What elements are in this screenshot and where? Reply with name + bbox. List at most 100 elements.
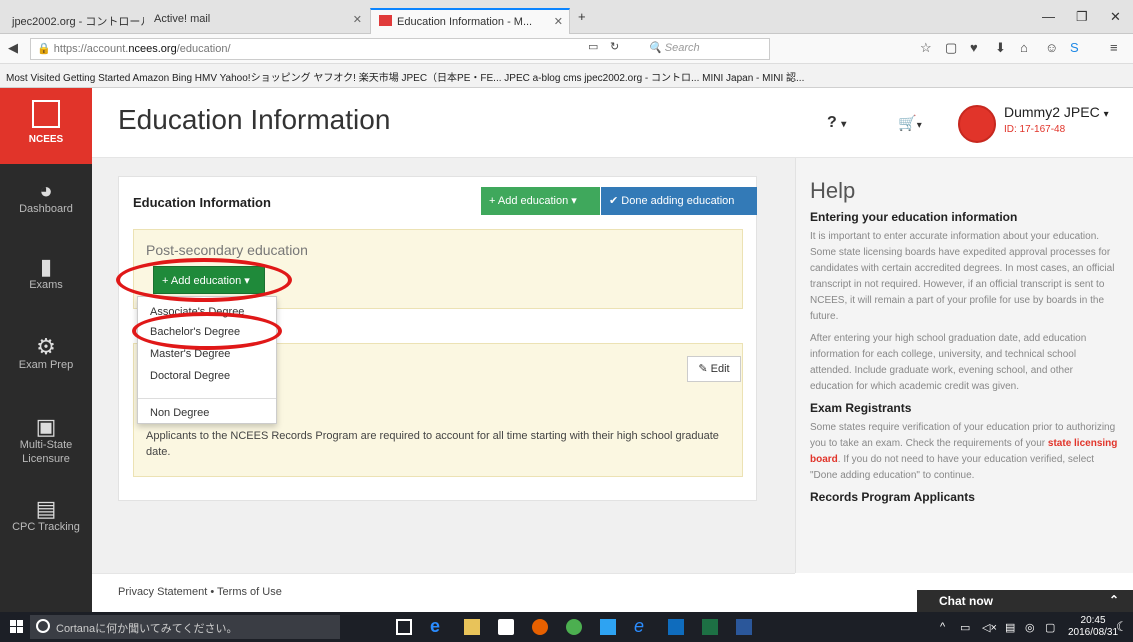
action-center-icon[interactable]: ☾ [1116,619,1128,635]
tab-active-mail[interactable]: Active! mail ✕ [146,8,368,34]
close-icon[interactable]: ✕ [554,15,563,28]
help-heading-entering: Entering your education information [810,210,1018,224]
sidebar-item-multi-state-licensure[interactable]: ▣ Multi-State Licensure [0,416,92,466]
home-icon[interactable]: ⌂ [1020,40,1028,55]
sidebar-item-cpc-tracking[interactable]: ▤ CPC Tracking [0,496,92,534]
gears-icon: ⚙ [36,334,56,359]
word-icon[interactable] [736,619,752,635]
download-icon[interactable]: ⬇ [995,40,1006,56]
file-explorer-icon[interactable] [464,619,480,635]
browser-tab-strip: jpec2002.org - コントロールパネル Active! mail ✕ … [0,0,1133,34]
dropdown-item-masters-degree[interactable]: Master's Degree [150,348,230,360]
sidebar-item-label: Multi-State Licensure [19,439,73,465]
cortana-icon [36,619,50,633]
chevron-down-icon: ▾ [1103,109,1109,120]
ncees-favicon-icon [379,15,392,26]
user-id: ID: 17-167-48 [1004,124,1066,135]
reload-icon[interactable]: ↻ [610,40,619,53]
tab-jpec-control-panel[interactable]: jpec2002.org - コントロールパネル [4,8,144,34]
user-menu[interactable]: Dummy2 JPEC ▾ [1004,104,1109,120]
tab-label: Active! mail [154,13,211,25]
cart-icon: 🛒 [898,115,917,132]
cortana-placeholder: Cortanaに何か聞いてみてください。 [56,623,238,635]
tray-chevron-up-icon[interactable]: ^ [940,621,945,633]
chat-now-button[interactable]: Chat now ⌃ [917,590,1133,612]
lock-icon: 🔒 [37,43,54,55]
window-close-icon[interactable]: ✕ [1110,9,1121,25]
sidebar-item-exams[interactable]: ▮ Exams [0,256,92,292]
settings-tray-icon[interactable]: ◎ [1025,621,1035,634]
help-paragraph: After entering your high school graduati… [810,333,1087,392]
ncees-logo-mark-icon [32,100,60,128]
browser-nav-bar: ◀ 🔒 https://account.ncees.org/education/… [0,34,1133,64]
windows-taskbar: Cortanaに何か聞いてみてください。 e e ^ ▭ ◁× ▤ ◎ ▢ 20… [0,612,1133,642]
help-paragraph: It is important to enter accurate inform… [810,231,1115,322]
pocket-icon[interactable]: ♥ [970,40,978,55]
cortana-search-box[interactable]: Cortanaに何か聞いてみてください。 [30,615,340,639]
url-prefix: https://account. [53,43,129,55]
dropdown-item-non-degree[interactable]: Non Degree [150,407,209,419]
sidebar-item-exam-prep[interactable]: ⚙ Exam Prep [0,334,92,372]
store-icon[interactable] [498,619,514,635]
minimize-icon[interactable]: — [1042,9,1055,24]
search-placeholder: Search [664,42,700,54]
maximize-icon[interactable]: ❐ [1076,9,1088,25]
sidebar-item-label: Exams [29,279,63,291]
tab-label: Education Information - M... [397,16,533,28]
chrome-icon[interactable] [566,619,582,635]
clock-date: 2016/08/31 [1068,627,1119,638]
ncees-logo[interactable]: NCEES [0,88,92,164]
sidebar-item-label: CPC Tracking [12,521,80,533]
help-menu[interactable]: ? ▾ [827,114,846,132]
bookmark-star-icon[interactable]: ☆ [920,40,932,56]
tab-education-information[interactable]: Education Information - M... ✕ [370,8,570,34]
records-program-note: Applicants to the NCEES Records Program … [146,430,719,458]
bookmarks-toolbar[interactable]: Most Visited Getting Started Amazon Bing… [0,64,1133,88]
network-icon[interactable]: ▭ [960,621,970,634]
firefox-icon[interactable] [532,619,548,635]
page-title: Education Information [118,104,391,135]
excel-icon[interactable] [702,619,718,635]
search-input[interactable]: 🔍 Search [648,41,700,54]
clock-time: 20:45 [1080,615,1106,626]
reader-view-icon[interactable]: ▭ [588,40,598,53]
app-icon[interactable] [600,619,616,635]
list-icon: ▤ [35,496,57,521]
help-panel: Help Entering your education information… [795,158,1133,573]
help-heading-records-program: Records Program Applicants [810,490,975,504]
back-icon[interactable]: ◀ [8,40,18,56]
footer-separator: • [210,586,215,598]
dashboard-icon: ◕ [39,178,53,203]
outlook-icon[interactable] [668,619,684,635]
new-tab-icon[interactable]: + [578,9,586,24]
chevron-up-icon: ⌃ [1108,593,1119,607]
ime-icon[interactable]: ▤ [1005,621,1015,634]
sidebar-item-dashboard[interactable]: ◕ Dashboard [0,178,92,216]
add-education-button[interactable]: + Add education ▾ [481,187,600,215]
user-name: Dummy2 JPEC [1004,104,1100,120]
privacy-statement-link[interactable]: Privacy Statement [118,586,207,598]
library-icon[interactable]: ▢ [945,40,957,56]
cart-menu[interactable]: 🛒▾ [898,114,922,132]
terms-of-use-link[interactable]: Terms of Use [217,586,282,598]
highlight-ring-bachelors-degree [132,312,282,350]
edit-icon: ✎ [698,363,708,375]
menu-icon[interactable]: ≡ [1110,40,1118,55]
extension-icon[interactable]: ☺ [1045,40,1058,55]
edge-browser-icon[interactable]: e [430,616,446,636]
clock[interactable]: 20:45 2016/08/31 [1068,615,1118,639]
tab-label: jpec2002.org - コントロールパネル [12,16,144,28]
skype-icon[interactable]: S [1070,40,1079,55]
internet-explorer-icon[interactable]: e [634,616,650,636]
page-footer: Privacy Statement • Terms of Use [92,573,795,612]
done-adding-education-button[interactable]: ✔ Done adding education [601,187,757,215]
volume-icon[interactable]: ◁× [982,621,997,634]
sidebar: NCEES ◕ Dashboard ▮ Exams ⚙ Exam Prep ▣ Mult… [0,88,92,612]
windows-start-icon[interactable] [10,620,24,634]
avatar[interactable] [958,105,996,143]
task-view-icon[interactable] [396,619,412,635]
close-icon[interactable]: ✕ [353,13,362,26]
dropdown-item-doctoral-degree[interactable]: Doctoral Degree [150,370,230,382]
notification-icon[interactable]: ▢ [1045,621,1055,634]
edit-button[interactable]: ✎ Edit [687,356,741,382]
